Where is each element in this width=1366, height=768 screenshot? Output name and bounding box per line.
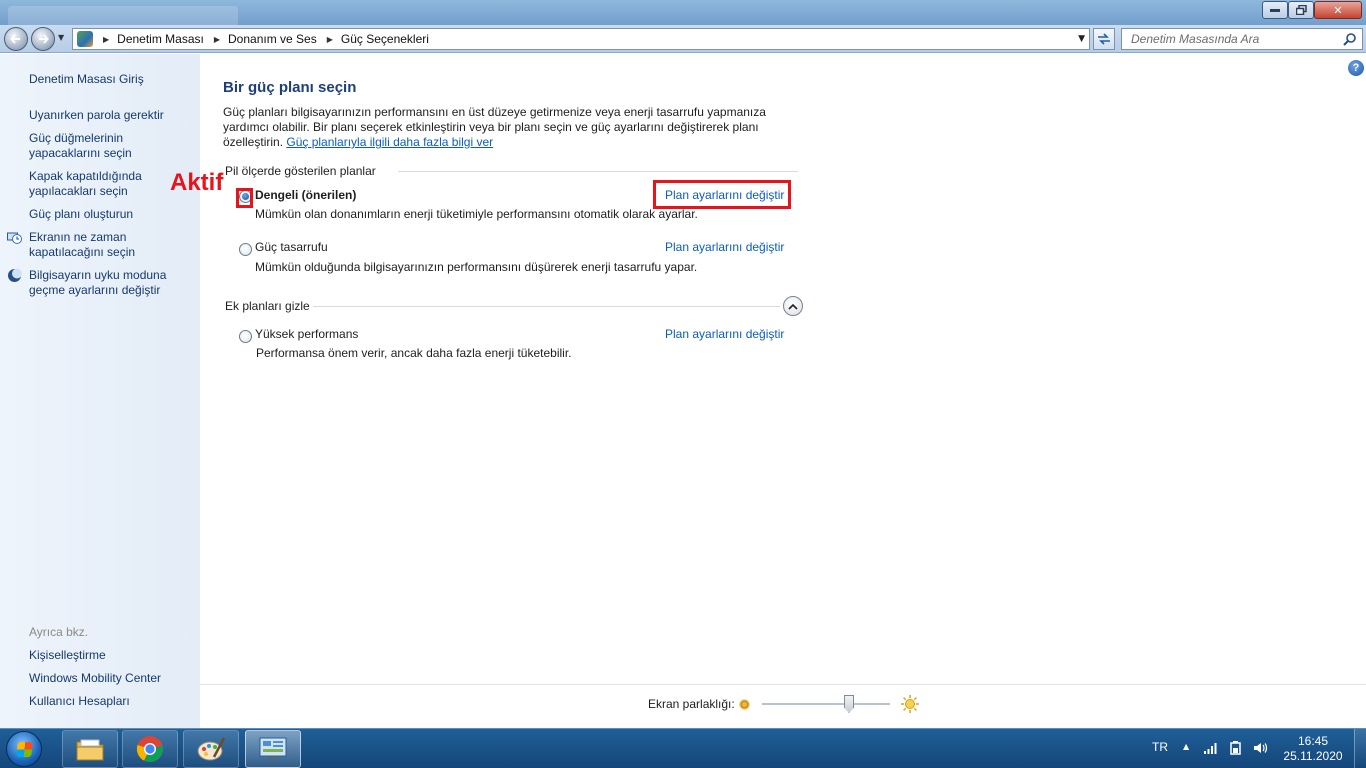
paint-icon	[197, 737, 226, 761]
control-panel-home-link[interactable]: Denetim Masası Giriş	[29, 72, 144, 87]
breadcrumb-separator-icon[interactable]: ▶	[327, 35, 333, 44]
sleep-moon-icon	[8, 268, 22, 282]
see-also-mobility-center-link[interactable]: Windows Mobility Center	[29, 671, 161, 686]
search-icon[interactable]	[1343, 32, 1357, 46]
taskbar-control-panel-button[interactable]	[245, 730, 301, 768]
search-box[interactable]	[1121, 28, 1363, 50]
search-input[interactable]	[1131, 32, 1341, 46]
annotation-active-label: Aktif	[170, 169, 224, 196]
restore-button[interactable]	[1288, 1, 1314, 19]
brightness-bar: Ekran parlaklığı:	[200, 684, 1366, 728]
see-also-personalization-link[interactable]: Kişiselleştirme	[29, 648, 106, 663]
breadcrumb-separator-icon[interactable]: ▶	[103, 35, 109, 44]
group-heading-extra-plans: Ek planları gizle	[225, 299, 310, 313]
system-clock[interactable]: 16:45 25.11.2020	[1280, 734, 1346, 764]
control-panel-icon	[77, 31, 93, 47]
address-dropdown-icon[interactable]: ▼	[1078, 34, 1085, 44]
sidebar-item-require-password[interactable]: Uyanırken parola gerektir	[29, 108, 194, 123]
plan-radio-power-saver[interactable]	[239, 243, 252, 256]
recent-pages-dropdown[interactable]: ▼	[58, 33, 64, 42]
control-panel-icon	[259, 737, 287, 760]
dim-brightness-icon	[739, 699, 750, 710]
sidebar-item-power-buttons[interactable]: Güç düğmelerinin yapacaklarını seçin	[29, 131, 149, 161]
background-tab	[8, 6, 238, 26]
close-button[interactable]: ✕	[1314, 1, 1362, 19]
learn-more-link[interactable]: Güç planlarıyla ilgili daha fazla bilgi …	[286, 135, 493, 149]
display-timer-icon	[7, 232, 22, 244]
minimize-button[interactable]	[1262, 1, 1288, 19]
main-content: ? Bir güç planı seçin Güç planları bilgi…	[170, 54, 1366, 728]
group-heading-battery-plans: Pil ölçerde gösterilen planlar	[225, 164, 376, 178]
annotation-highlight-link	[653, 180, 791, 209]
plan-description-power-saver: Mümkün olduğunda bilgisayarınızın perfor…	[255, 260, 698, 274]
battery-power-icon[interactable]	[1228, 740, 1244, 756]
sidebar-item-display-off[interactable]: Ekranın ne zaman kapatılacağını seçin	[29, 230, 147, 260]
taskbar-paint-button[interactable]	[183, 730, 239, 768]
brightness-slider-track[interactable]	[762, 703, 890, 706]
see-also-heading: Ayrıca bkz.	[29, 625, 89, 639]
annotation-highlight-radio	[236, 188, 253, 208]
plan-name-high-performance[interactable]: Yüksek performans	[255, 327, 358, 341]
breadcrumb-control-panel[interactable]: Denetim Masası	[117, 32, 204, 46]
taskbar-chrome-button[interactable]	[122, 730, 178, 768]
chevron-up-icon	[788, 303, 798, 310]
chrome-icon	[136, 736, 163, 762]
language-indicator[interactable]: TR	[1152, 740, 1168, 754]
clock-date: 25.11.2020	[1283, 749, 1343, 763]
minimize-icon	[1270, 9, 1280, 12]
sidebar-item-sleep-settings[interactable]: Bilgisayarın uyku moduna geçme ayarların…	[29, 268, 179, 298]
sidebar-item-create-plan[interactable]: Güç planı oluşturun	[29, 207, 189, 222]
address-bar[interactable]: ▶ Denetim Masası ▶ Donanım ve Ses ▶ Güç …	[72, 28, 1090, 50]
plan-name-power-saver[interactable]: Güç tasarrufu	[255, 240, 328, 254]
show-desktop-button[interactable]	[1354, 729, 1366, 768]
see-also-user-accounts-link[interactable]: Kullanıcı Hesapları	[29, 694, 130, 709]
start-button[interactable]	[6, 731, 42, 767]
windows-explorer-icon	[76, 739, 104, 761]
plan-settings-link-high-performance[interactable]: Plan ayarlarını değiştir	[665, 327, 784, 341]
collapse-extra-plans-button[interactable]	[783, 296, 803, 316]
clock-time: 16:45	[1297, 734, 1329, 748]
intro-text: Güç planları bilgisayarınızın performans…	[223, 105, 813, 150]
plan-settings-link-power-saver[interactable]: Plan ayarlarını değiştir	[665, 240, 784, 254]
breadcrumb-separator-icon[interactable]: ▶	[214, 35, 220, 44]
restore-icon	[1295, 5, 1307, 15]
task-pane: Denetim Masası Giriş Uyanırken parola ge…	[0, 54, 200, 728]
forward-button[interactable]	[31, 27, 55, 51]
network-signal-icon[interactable]	[1203, 740, 1219, 756]
plan-name-balanced[interactable]: Dengeli (önerilen)	[255, 188, 356, 202]
taskbar: TR ▲ 16:45 25.11.2020	[0, 728, 1366, 768]
breadcrumb-power-options[interactable]: Güç Seçenekleri	[341, 32, 429, 46]
refresh-icon	[1098, 33, 1110, 45]
group-divider	[398, 171, 798, 172]
show-hidden-icons-button[interactable]: ▲	[1183, 742, 1189, 751]
page-title: Bir güç planı seçin	[223, 79, 357, 96]
group-divider	[313, 306, 780, 307]
refresh-button[interactable]	[1093, 28, 1115, 50]
breadcrumb-hardware-sound[interactable]: Donanım ve Ses	[228, 32, 317, 46]
help-icon[interactable]: ?	[1348, 60, 1364, 76]
brightness-slider-thumb[interactable]	[844, 695, 855, 713]
back-arrow-icon	[10, 34, 20, 44]
brightness-label: Ekran parlaklığı:	[648, 697, 735, 711]
plan-radio-high-performance[interactable]	[239, 330, 252, 343]
plan-description-balanced: Mümkün olan donanımların enerji tüketimi…	[255, 207, 698, 221]
bright-sun-icon	[901, 695, 919, 713]
forward-arrow-icon	[39, 34, 49, 44]
sidebar-item-lid-close[interactable]: Kapak kapatıldığında yapılacakları seçin	[29, 169, 169, 199]
plan-description-high-performance: Performansa önem verir, ancak daha fazla…	[256, 346, 572, 360]
window-titlebar: ✕	[0, 0, 1366, 28]
back-button[interactable]	[4, 27, 28, 51]
volume-speaker-icon[interactable]	[1252, 740, 1268, 756]
navigation-bar: ▼ ▶ Denetim Masası ▶ Donanım ve Ses ▶ Gü…	[0, 25, 1366, 53]
taskbar-explorer-button[interactable]	[62, 730, 118, 768]
